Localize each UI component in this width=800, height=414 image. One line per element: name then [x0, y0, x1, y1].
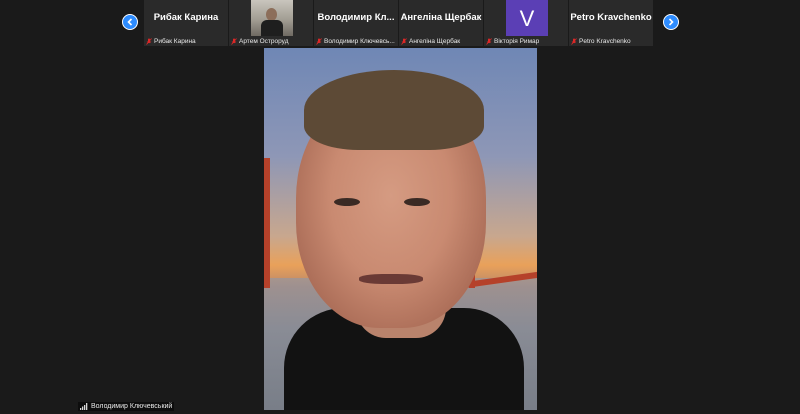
speaker-name-label: Володимир Ключевський	[78, 402, 175, 411]
prev-page-button[interactable]	[122, 14, 138, 30]
mic-muted-icon	[231, 38, 237, 45]
participant-name: Вікторія Римар	[494, 38, 540, 45]
mic-muted-icon	[316, 38, 322, 45]
participant-tile[interactable]: Володимир Кл... Володимир Ключевсь...	[314, 0, 399, 46]
mic-muted-icon	[401, 38, 407, 45]
video-person-body	[261, 20, 283, 36]
participant-label: Petro Kravchenko	[571, 38, 651, 45]
participant-display-name: Ангеліна Щербак	[400, 12, 482, 23]
participant-display-name: Petro Kravchenko	[570, 12, 652, 23]
participant-tile[interactable]: V Вікторія Римар	[484, 0, 569, 46]
participant-label: Ангеліна Щербак	[401, 38, 481, 45]
participant-name: Володимир Ключевсь...	[324, 38, 395, 45]
mic-muted-icon	[486, 38, 492, 45]
mic-muted-icon	[571, 38, 577, 45]
participant-name: Petro Kravchenko	[579, 38, 631, 45]
video-background-bridge-tower	[264, 158, 270, 288]
chevron-left-icon	[127, 18, 133, 26]
active-speaker-video[interactable]	[264, 48, 537, 410]
speaker-eye	[404, 198, 430, 206]
participant-name: Артем Остроруд	[239, 38, 289, 45]
participant-label: Артем Остроруд	[231, 38, 311, 45]
speaker-hair	[304, 70, 484, 150]
participant-label: Рибак Карина	[146, 38, 226, 45]
participant-display-name: Рибак Карина	[153, 12, 219, 23]
participant-tile[interactable]: Рибак Карина Рибак Карина	[144, 0, 229, 46]
speaker-eye	[334, 198, 360, 206]
speaker-name: Володимир Ключевський	[91, 403, 173, 410]
speaker-mouth	[359, 274, 423, 284]
participant-tile[interactable]: Артем Остроруд	[229, 0, 314, 46]
participant-name: Ангеліна Щербак	[409, 38, 461, 45]
next-page-button[interactable]	[663, 14, 679, 30]
participant-label: Володимир Ключевсь...	[316, 38, 396, 45]
mic-muted-icon	[146, 38, 152, 45]
participant-display-name: Володимир Кл...	[317, 12, 395, 23]
participant-strip: Рибак Карина Рибак Карина Артем Остроруд…	[144, 0, 656, 46]
meeting-stage: Рибак Карина Рибак Карина Артем Остроруд…	[0, 0, 800, 414]
chevron-right-icon	[668, 18, 674, 26]
participant-name: Рибак Карина	[154, 38, 196, 45]
signal-bars-icon	[80, 403, 88, 410]
participant-label: Вікторія Римар	[486, 38, 566, 45]
participant-video-thumbnail	[251, 0, 293, 36]
participant-avatar: V	[506, 0, 548, 36]
participant-tile[interactable]: Ангеліна Щербак Ангеліна Щербак	[399, 0, 484, 46]
participant-tile[interactable]: Petro Kravchenko Petro Kravchenko	[569, 0, 654, 46]
